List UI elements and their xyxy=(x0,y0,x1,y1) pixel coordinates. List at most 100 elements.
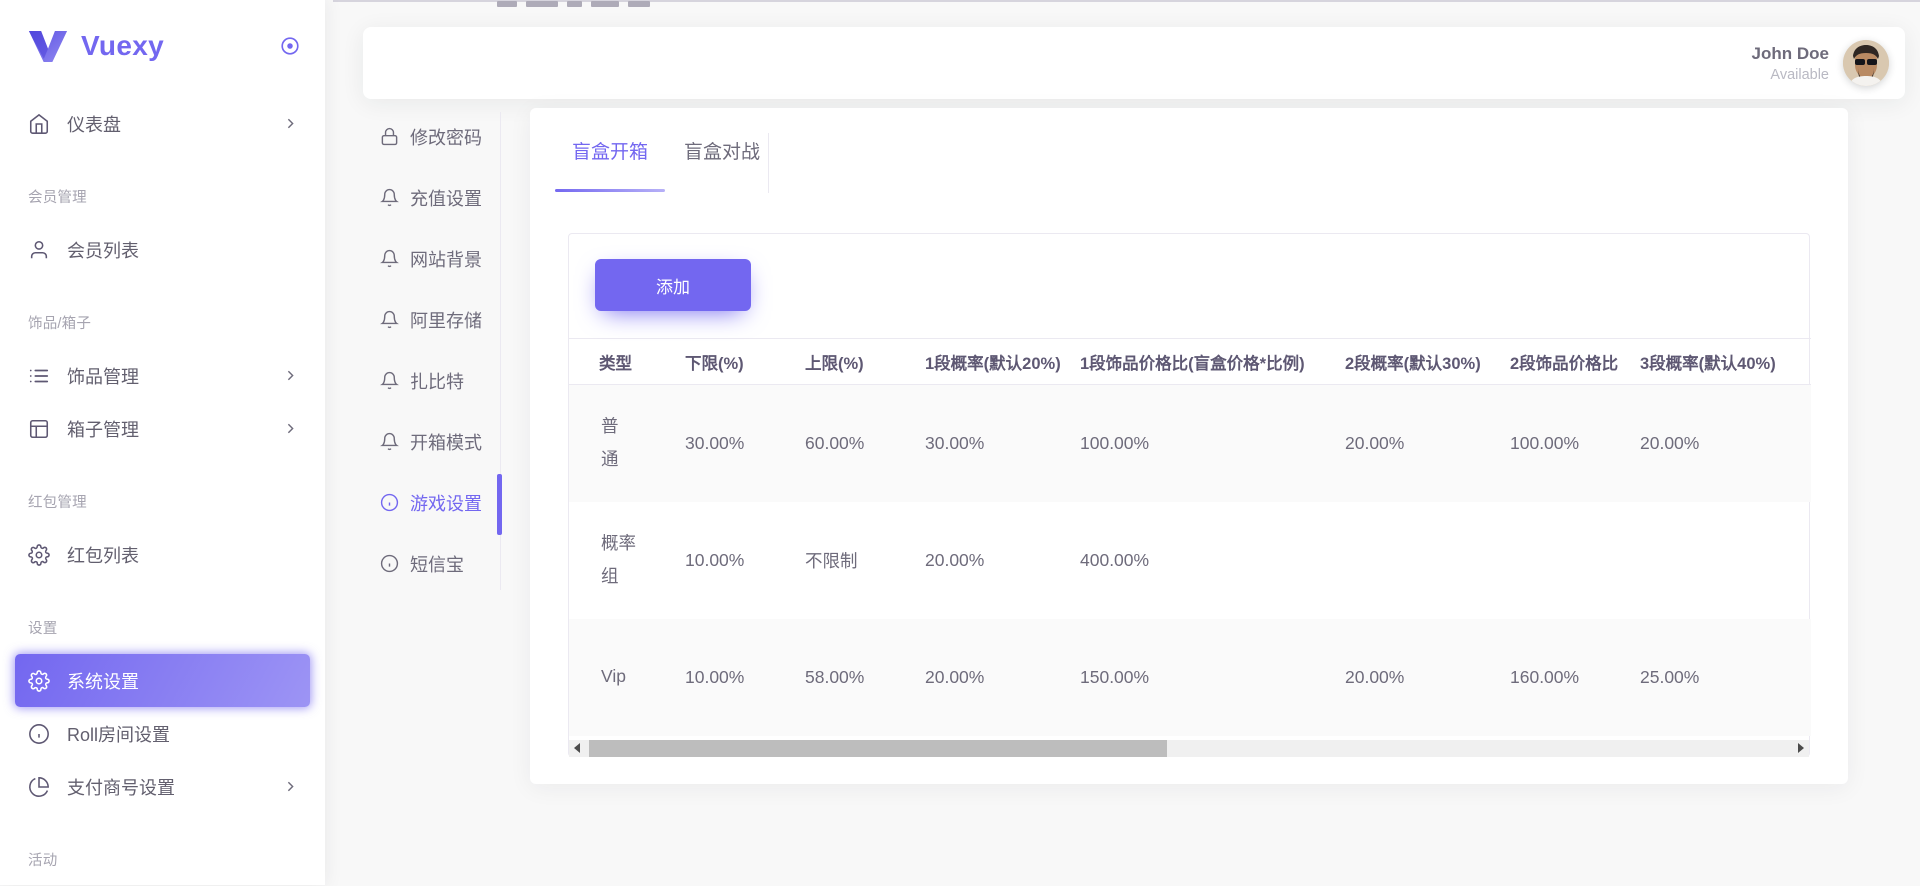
settings-menu-label: 游戏设置 xyxy=(410,490,482,516)
sidebar-item-label: 系统设置 xyxy=(67,668,139,694)
sidebar-item-payment-merchant-settings[interactable]: 支付商号设置 xyxy=(0,760,325,813)
sidebar-item-item-management[interactable]: 饰品管理 xyxy=(0,349,325,402)
cell xyxy=(1490,502,1620,619)
cell: 160.00% xyxy=(1490,619,1620,736)
cell-type: 普 通 xyxy=(569,385,665,502)
user-status: Available xyxy=(1752,67,1829,83)
cell xyxy=(1620,502,1811,619)
column-header: 3段概率(默认40%) xyxy=(1620,339,1811,385)
cell: 不限制 xyxy=(785,502,905,619)
cell: 10.00% xyxy=(665,619,785,736)
sidebar-item-roll-room-settings[interactable]: Roll房间设置 xyxy=(0,707,325,760)
sidebar-section-redpacket: 红包管理 xyxy=(0,455,325,528)
cell: 10.00% xyxy=(665,502,785,619)
info-icon xyxy=(380,493,399,512)
column-header: 2段饰品价格比 xyxy=(1490,339,1620,385)
gear-icon xyxy=(28,544,50,566)
settings-menu-label: 扎比特 xyxy=(410,368,464,394)
settings-menu-label: 短信宝 xyxy=(410,551,464,577)
cell-type: 概率 组 xyxy=(569,502,665,619)
lock-icon xyxy=(380,127,399,146)
scroll-left-arrow[interactable] xyxy=(570,740,584,757)
settings-menu-label: 网站背景 xyxy=(410,246,482,272)
settings-menu-item-ali-storage[interactable]: 阿里存储 xyxy=(380,289,498,350)
cell: 100.00% xyxy=(1490,385,1620,502)
table-panel: 添加 类型 下限(%) 上限(%) 1段概率(默认20%) 1段饰品价格比(盲盒… xyxy=(568,233,1810,757)
bell-icon xyxy=(380,188,399,207)
bell-icon xyxy=(380,432,399,451)
scrollbar-thumb[interactable] xyxy=(589,740,1167,757)
sidebar-item-label: 会员列表 xyxy=(67,237,139,263)
table-row: 概率 组 10.00% 不限制 20.00% 400.00% xyxy=(569,502,1811,619)
sidebar-item-label: 仪表盘 xyxy=(67,111,121,137)
tabs-divider xyxy=(768,133,769,193)
bell-icon xyxy=(380,371,399,390)
cell: 20.00% xyxy=(905,619,1060,736)
sidebar-item-label: 箱子管理 xyxy=(67,416,139,442)
radio-circle-icon[interactable] xyxy=(279,35,301,57)
clipped-content-fragment xyxy=(497,1,650,8)
header-card: John Doe Available xyxy=(363,27,1905,99)
sidebar-item-box-management[interactable]: 箱子管理 xyxy=(0,402,325,455)
avatar[interactable] xyxy=(1843,40,1889,86)
table-header-row: 类型 下限(%) 上限(%) 1段概率(默认20%) 1段饰品价格比(盲盒价格*… xyxy=(569,339,1811,385)
settings-menu-label: 充值设置 xyxy=(410,185,482,211)
sidebar-item-redpacket-list[interactable]: 红包列表 xyxy=(0,528,325,581)
sidebar-section-members: 会员管理 xyxy=(0,150,325,223)
cell: 20.00% xyxy=(1325,385,1490,502)
cell: 20.00% xyxy=(905,502,1060,619)
cell: 100.00% xyxy=(1060,385,1325,502)
cell: 58.00% xyxy=(785,619,905,736)
settings-menu-item-site-background[interactable]: 网站背景 xyxy=(380,228,498,289)
sidebar-item-system-settings[interactable]: 系统设置 xyxy=(15,654,310,707)
cell: 150.00% xyxy=(1060,619,1325,736)
sidebar-item-member-list[interactable]: 会员列表 xyxy=(0,223,325,276)
add-button[interactable]: 添加 xyxy=(595,259,751,311)
sidebar-item-label: 饰品管理 xyxy=(67,363,139,389)
cell: 20.00% xyxy=(1325,619,1490,736)
list-icon xyxy=(28,365,50,387)
settings-menu-item-sms-treasure[interactable]: 短信宝 xyxy=(380,533,498,594)
probability-table: 类型 下限(%) 上限(%) 1段概率(默认20%) 1段饰品价格比(盲盒价格*… xyxy=(569,338,1811,736)
user-icon xyxy=(28,239,50,261)
home-icon xyxy=(28,113,50,135)
gear-icon xyxy=(28,670,50,692)
tab-blind-box-battle[interactable]: 盲盒对战 xyxy=(680,108,764,192)
table-toolbar: 添加 xyxy=(569,234,1809,338)
cell: 60.00% xyxy=(785,385,905,502)
settings-menu: 修改密码 充值设置 网站背景 阿里存储 扎比特 开箱模式 游戏设置 短信宝 xyxy=(380,106,498,594)
layout-icon xyxy=(28,418,50,440)
table-row: Vip 10.00% 58.00% 20.00% 150.00% 20.00% … xyxy=(569,619,1811,736)
tab-label: 盲盒对战 xyxy=(684,137,760,164)
settings-menu-label: 开箱模式 xyxy=(410,429,482,455)
cell: 400.00% xyxy=(1060,502,1325,619)
chevron-right-icon xyxy=(282,778,299,795)
tab-label: 盲盒开箱 xyxy=(572,137,648,164)
tab-blind-box-open[interactable]: 盲盒开箱 xyxy=(568,108,652,192)
brand-name: Vuexy xyxy=(81,30,164,62)
column-header: 下限(%) xyxy=(665,339,785,385)
sidebar-item-dashboard[interactable]: 仪表盘 xyxy=(0,97,325,150)
settings-menu-label: 阿里存储 xyxy=(410,307,482,333)
cell: 30.00% xyxy=(905,385,1060,502)
sidebar-section-items-boxes: 饰品/箱子 xyxy=(0,276,325,349)
user-meta: John Doe Available xyxy=(1752,44,1829,83)
settings-menu-item-zhabite[interactable]: 扎比特 xyxy=(380,350,498,411)
column-header: 1段概率(默认20%) xyxy=(905,339,1060,385)
chevron-right-icon xyxy=(282,420,299,437)
column-header: 类型 xyxy=(569,339,665,385)
cell: 30.00% xyxy=(665,385,785,502)
vuexy-logo-icon xyxy=(28,30,68,63)
settings-menu-item-recharge[interactable]: 充值设置 xyxy=(380,167,498,228)
settings-menu-item-open-box-mode[interactable]: 开箱模式 xyxy=(380,411,498,472)
horizontal-scrollbar[interactable] xyxy=(569,740,1809,757)
column-header: 上限(%) xyxy=(785,339,905,385)
scroll-right-arrow[interactable] xyxy=(1794,740,1808,757)
sidebar-item-label: Roll房间设置 xyxy=(67,721,170,747)
settings-menu-item-change-password[interactable]: 修改密码 xyxy=(380,106,498,167)
sidebar-nav: 仪表盘 会员管理 会员列表 饰品/箱子 饰品管理 箱子管理 红包管理 红包列表 … xyxy=(0,66,325,886)
cell xyxy=(1325,502,1490,619)
settings-menu-item-game-settings[interactable]: 游戏设置 xyxy=(380,472,498,533)
info-icon xyxy=(380,554,399,573)
column-header: 1段饰品价格比(盲盒价格*比例) xyxy=(1060,339,1325,385)
